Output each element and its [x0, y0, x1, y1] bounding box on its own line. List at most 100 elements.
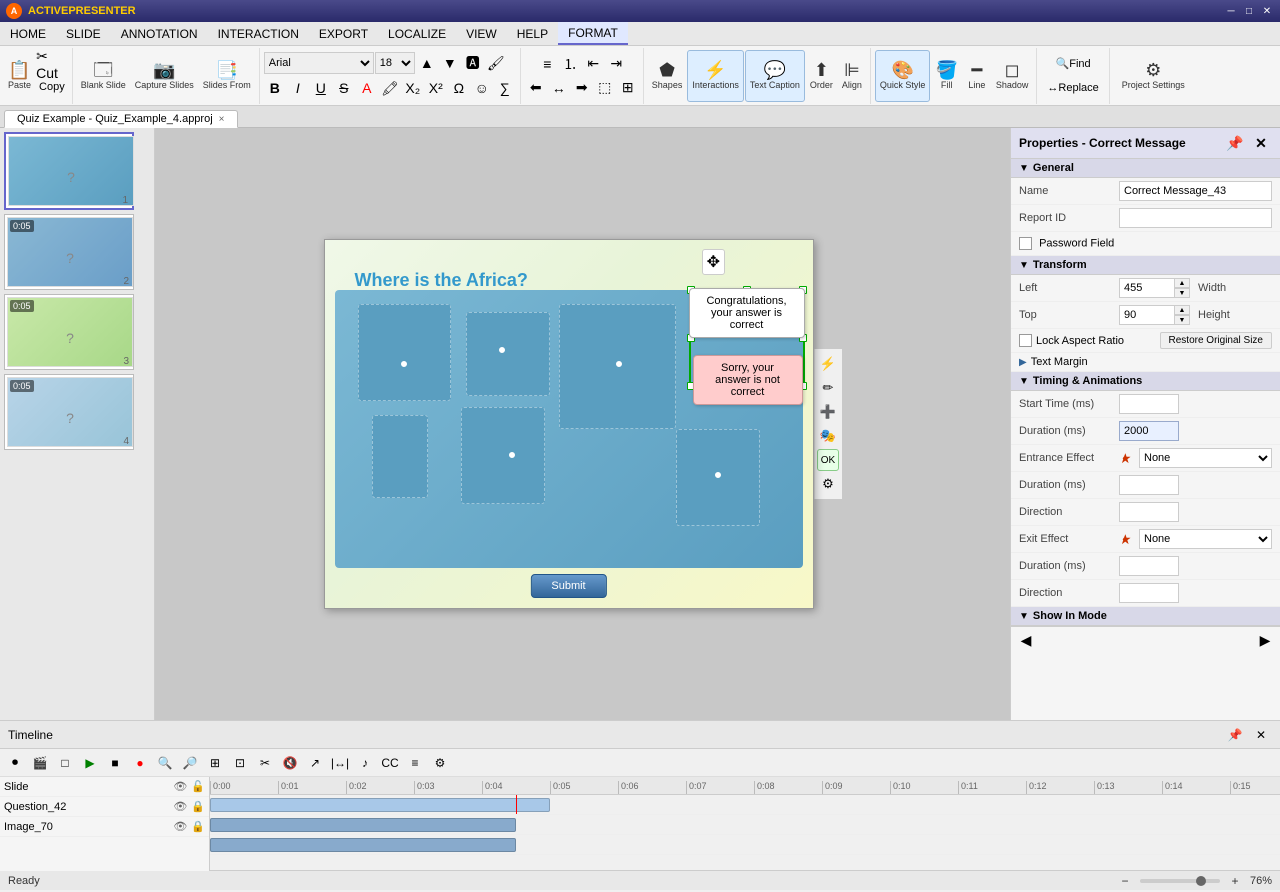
align-right-button[interactable]: ➡: [571, 77, 593, 99]
tl-img70-lock-icon[interactable]: 🔒: [191, 820, 205, 833]
context-btn-1[interactable]: ⚡: [817, 353, 839, 375]
slide-thumb-3[interactable]: 0:05 ? 3: [4, 294, 134, 370]
paste-button[interactable]: 📋 Paste: [4, 50, 35, 102]
timeline-close-button[interactable]: ✕: [1250, 724, 1272, 746]
tl-slide-lock-icon[interactable]: 🔓: [191, 780, 205, 793]
minimize-button[interactable]: ─: [1224, 4, 1238, 18]
subscript-button[interactable]: X₂: [402, 77, 424, 99]
close-tab-button[interactable]: ×: [219, 114, 225, 125]
tl-mode-button[interactable]: 🎬: [29, 752, 51, 774]
top-input[interactable]: [1119, 305, 1174, 325]
align-left-button[interactable]: ⬅: [525, 77, 547, 99]
tl-q42-vis-icon[interactable]: 👁: [173, 800, 187, 813]
menu-interaction[interactable]: INTERACTION: [208, 22, 309, 45]
quick-style-button[interactable]: 🎨 Quick Style: [875, 50, 931, 102]
menu-help[interactable]: HELP: [507, 22, 558, 45]
context-btn-3[interactable]: ➕: [817, 401, 839, 423]
zoom-in-button[interactable]: +: [1224, 870, 1246, 892]
move-handle[interactable]: ✥: [702, 249, 725, 275]
tl-clip-slide[interactable]: [210, 798, 550, 812]
font-size-select[interactable]: 18: [375, 52, 415, 74]
tl-export-button[interactable]: ↗: [304, 752, 326, 774]
tl-audio-button[interactable]: ♪: [354, 752, 376, 774]
format-painter-button[interactable]: 🖌: [485, 52, 507, 74]
project-settings-button[interactable]: ⚙ Project Settings: [1118, 50, 1189, 102]
menu-format[interactable]: FORMAT: [558, 22, 628, 45]
tl-split-button[interactable]: ⊡: [229, 752, 251, 774]
left-up[interactable]: ▲: [1174, 278, 1190, 288]
map-region-sa[interactable]: [372, 415, 428, 498]
menu-slide[interactable]: SLIDE: [56, 22, 111, 45]
map-region-eu[interactable]: [466, 312, 550, 395]
tl-preview-button[interactable]: □: [54, 752, 76, 774]
left-input[interactable]: [1119, 278, 1174, 298]
entrance-direction-input[interactable]: [1119, 502, 1179, 522]
top-up[interactable]: ▲: [1174, 305, 1190, 315]
font-color-button[interactable]: A: [356, 77, 378, 99]
slide-thumb-1[interactable]: 0:05 ? 1: [4, 132, 134, 210]
italic-button[interactable]: I: [287, 77, 309, 99]
section-show-in-mode[interactable]: ▼ Show In Mode: [1011, 607, 1280, 626]
tl-mute-button[interactable]: 🔇: [279, 752, 301, 774]
font-family-select[interactable]: Arial: [264, 52, 374, 74]
math-button[interactable]: ∑: [494, 77, 516, 99]
order-button[interactable]: ⬆ Order: [806, 50, 837, 102]
menu-localize[interactable]: LOCALIZE: [378, 22, 456, 45]
lock-aspect-checkbox[interactable]: [1019, 334, 1032, 347]
slide-thumb-4[interactable]: 0:05 ? 4: [4, 374, 134, 450]
tl-clip-q42[interactable]: [210, 818, 516, 832]
justify-button[interactable]: ⬚: [594, 77, 616, 99]
entrance-duration-input[interactable]: [1119, 475, 1179, 495]
tl-settings-button[interactable]: ⚙: [429, 752, 451, 774]
tl-play-button[interactable]: ▶: [79, 752, 101, 774]
tl-q42-lock-icon[interactable]: 🔒: [191, 800, 205, 813]
decrease-font-button[interactable]: ▼: [439, 52, 461, 74]
tl-slide-vis-icon[interactable]: 👁: [173, 780, 187, 793]
left-down[interactable]: ▼: [1174, 288, 1190, 298]
align-center-button[interactable]: ↔: [548, 77, 570, 99]
panel-pin-button[interactable]: 📌: [1224, 132, 1246, 154]
zoom-slider[interactable]: [1140, 879, 1220, 883]
menu-export[interactable]: EXPORT: [309, 22, 378, 45]
tl-caption-button[interactable]: CC: [379, 752, 401, 774]
section-text-margin[interactable]: ▶ Text Margin: [1011, 353, 1280, 372]
clear-format-button[interactable]: 🅰: [462, 52, 484, 74]
map-region-af[interactable]: [461, 407, 545, 504]
tl-record2-button[interactable]: ●: [129, 752, 151, 774]
shapes-button[interactable]: ⬟ Shapes: [648, 50, 687, 102]
indent-button[interactable]: ⇥: [605, 53, 627, 75]
tl-zoom-out-button[interactable]: 🔎: [179, 752, 201, 774]
context-btn-5[interactable]: ⚙: [817, 473, 839, 495]
slides-from-button[interactable]: 📑 Slides From: [199, 50, 255, 102]
menu-annotation[interactable]: ANNOTATION: [111, 22, 208, 45]
report-id-input[interactable]: [1119, 208, 1272, 228]
align-objects-button[interactable]: ⊫ Align: [838, 50, 866, 102]
tl-zoom-in-button[interactable]: 🔍: [154, 752, 176, 774]
panel-scroll-left[interactable]: ◀: [1015, 629, 1037, 651]
panel-scroll-right[interactable]: ▶: [1254, 629, 1276, 651]
restore-button[interactable]: □: [1242, 4, 1256, 18]
copy-button[interactable]: Copy: [36, 76, 68, 98]
zoom-thumb[interactable]: [1196, 876, 1206, 886]
tl-stop-button[interactable]: ■: [104, 752, 126, 774]
special-char-button[interactable]: Ω: [448, 77, 470, 99]
close-button[interactable]: ✕: [1260, 4, 1274, 18]
menu-home[interactable]: HOME: [0, 22, 56, 45]
numbering-button[interactable]: ⒈: [559, 53, 581, 75]
bullets-button[interactable]: ≡: [536, 53, 558, 75]
exit-direction-input[interactable]: [1119, 583, 1179, 603]
interactions-button[interactable]: ⚡ Interactions: [687, 50, 744, 102]
panel-close-button[interactable]: ✕: [1250, 132, 1272, 154]
tl-snap-button[interactable]: |↔|: [329, 752, 351, 774]
line-button[interactable]: ━ Line: [963, 50, 991, 102]
zoom-out-button[interactable]: −: [1114, 870, 1136, 892]
strikethrough-button[interactable]: S: [333, 77, 355, 99]
fill-button[interactable]: 🪣 Fill: [931, 50, 961, 102]
password-checkbox[interactable]: [1019, 237, 1032, 250]
tl-subtitle-button[interactable]: ≡: [404, 752, 426, 774]
entrance-effect-select[interactable]: None: [1139, 448, 1272, 468]
emoji-button[interactable]: ☺: [471, 77, 493, 99]
timeline-pin-button[interactable]: 📌: [1224, 724, 1246, 746]
tl-img70-vis-icon[interactable]: 👁: [173, 820, 187, 833]
replace-button[interactable]: ↔ Replace: [1041, 77, 1104, 99]
